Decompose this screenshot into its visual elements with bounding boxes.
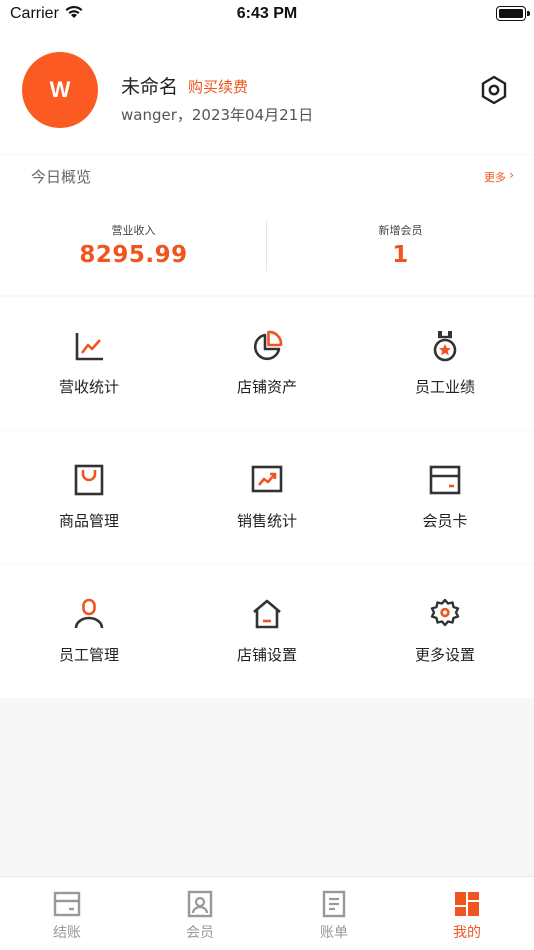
menu-label: 销售统计: [236, 512, 297, 530]
tab-mine[interactable]: 我的: [400, 877, 534, 950]
battery-icon: [496, 6, 530, 21]
menu-row: 员工管理 店铺设置 更多设置: [0, 565, 534, 698]
menu-label: 会员卡: [422, 512, 468, 530]
menu-item-member-card[interactable]: 会员卡: [356, 431, 534, 564]
revenue-stat[interactable]: 营业收入 8295.99: [0, 222, 267, 268]
medal-icon: [433, 331, 457, 362]
tab-label: 我的: [453, 925, 481, 941]
mine-grid-icon: [455, 892, 479, 916]
new-members-stat[interactable]: 新增会员 1: [267, 222, 534, 268]
overview-title: 今日概览: [31, 168, 92, 186]
menu-label: 更多设置: [414, 646, 475, 664]
settings-hex-icon[interactable]: [480, 74, 508, 106]
stat-value: 1: [392, 242, 409, 268]
stat-label: 营业收入: [111, 224, 156, 237]
profile-header: W 未命名 购买续费 wanger，2023年04月21日: [0, 30, 534, 154]
checkout-icon: [53, 891, 81, 917]
menu-item-staff-performance[interactable]: 员工业绩: [356, 297, 534, 430]
tab-label: 会员: [186, 925, 214, 941]
avatar[interactable]: W: [22, 52, 98, 128]
menu-label: 店铺设置: [236, 646, 297, 664]
chevron-right-icon[interactable]: ›: [509, 168, 514, 182]
stat-label: 新增会员: [378, 224, 423, 237]
menu-item-product-management[interactable]: 商品管理: [0, 431, 178, 564]
status-bar: Carrier 6:43 PM: [0, 0, 534, 30]
renew-link[interactable]: 购买续费: [188, 76, 248, 97]
menu-label: 员工管理: [58, 646, 119, 664]
menu-item-store-assets[interactable]: 店铺资产: [178, 297, 356, 430]
sales-chart-icon: [251, 465, 283, 493]
menu-item-store-settings[interactable]: 店铺设置: [178, 565, 356, 698]
pie-chart-icon: [253, 330, 283, 361]
menu-item-sales-stats[interactable]: 销售统计: [178, 431, 356, 564]
tab-bill[interactable]: 账单: [267, 877, 401, 950]
store-name: 未命名: [121, 76, 179, 98]
tab-checkout[interactable]: 结账: [0, 877, 134, 950]
clock-time: 6:43 PM: [236, 5, 298, 22]
shopping-bag-icon: [74, 464, 104, 496]
menu-row: 商品管理 销售统计 会员卡: [0, 431, 534, 564]
menu-label: 商品管理: [58, 512, 119, 530]
menu-label: 营收统计: [58, 378, 119, 396]
menu-label: 员工业绩: [414, 378, 475, 396]
menu-item-revenue-stats[interactable]: 营收统计: [0, 297, 178, 430]
bill-icon: [322, 890, 346, 918]
today-overview: 今日概览 更多 › 营业收入 8295.99 新增会员 1: [0, 155, 534, 295]
trend-chart-icon: [75, 333, 103, 361]
menu-label: 店铺资产: [236, 378, 297, 396]
tab-bar: 结账 会员 账单 我的: [0, 876, 534, 950]
home-icon: [253, 599, 281, 629]
menu-row: 营收统计 店铺资产 员工业绩: [0, 297, 534, 430]
card-icon: [429, 465, 461, 495]
tab-label: 结账: [53, 925, 81, 941]
gear-icon: [430, 598, 460, 627]
person-icon: [74, 598, 104, 629]
more-link[interactable]: 更多: [484, 169, 506, 185]
tab-member[interactable]: 会员: [133, 877, 267, 950]
menu-item-more-settings[interactable]: 更多设置: [356, 565, 534, 698]
profile-subtitle: wanger，2023年04月21日: [121, 106, 314, 124]
menu-item-staff-management[interactable]: 员工管理: [0, 565, 178, 698]
stat-value: 8295.99: [79, 242, 188, 268]
member-icon: [187, 890, 213, 918]
tab-label: 账单: [320, 925, 348, 941]
